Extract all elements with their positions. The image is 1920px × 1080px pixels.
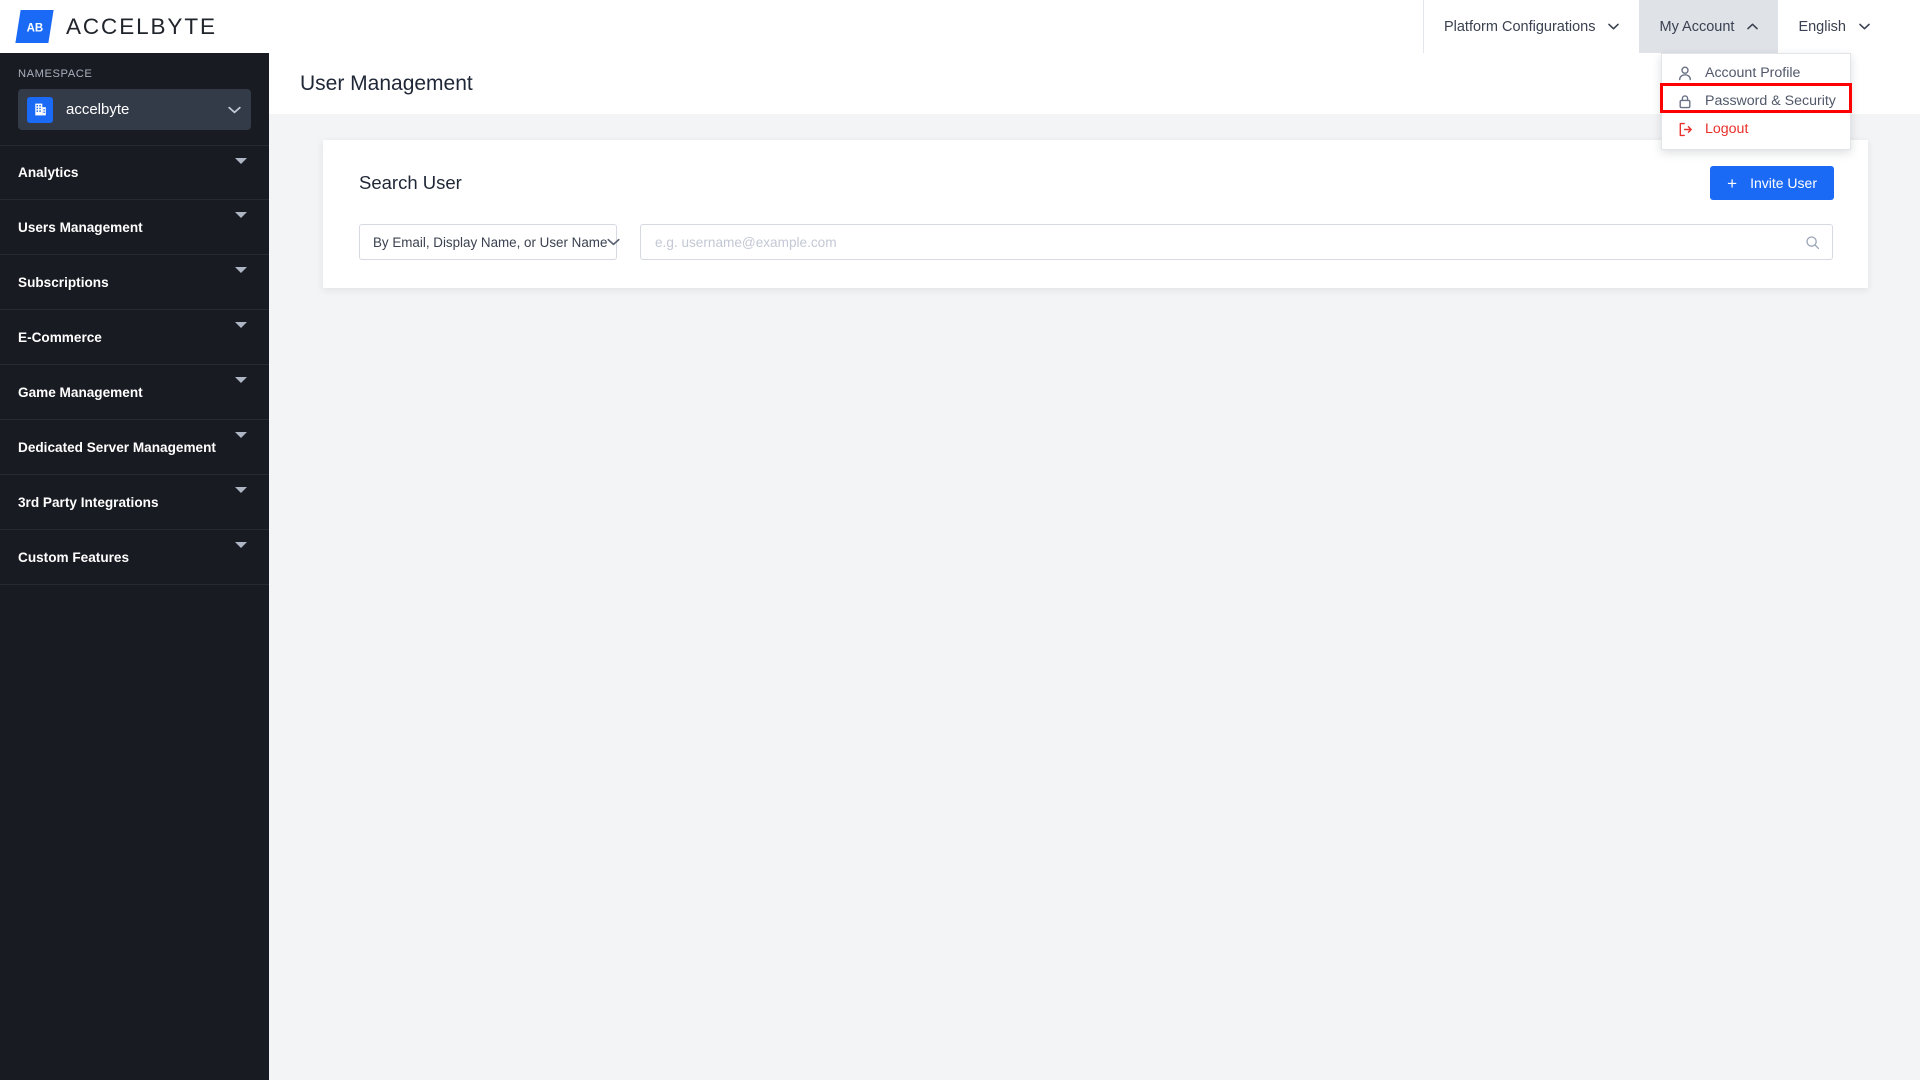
logout-icon bbox=[1677, 122, 1693, 137]
topnav-label: My Account bbox=[1659, 18, 1735, 35]
top-navigation: Platform Configurations My Account Engli… bbox=[1422, 0, 1920, 53]
topnav-label: English bbox=[1798, 18, 1846, 35]
sidebar-item-label: Custom Features bbox=[18, 549, 130, 565]
menu-item-logout[interactable]: Logout bbox=[1662, 115, 1850, 143]
sidebar-item-label: E-Commerce bbox=[18, 329, 102, 345]
menu-item-label: Logout bbox=[1705, 121, 1749, 137]
topnav-spacer bbox=[1890, 0, 1920, 53]
menu-item-label: Account Profile bbox=[1705, 65, 1801, 81]
plus-icon: + bbox=[1727, 173, 1738, 193]
topnav-item-platform-configurations[interactable]: Platform Configurations bbox=[1422, 0, 1640, 53]
menu-item-account-profile[interactable]: Account Profile bbox=[1662, 59, 1850, 87]
sidebar-item-dedicated-server-management[interactable]: Dedicated Server Management bbox=[0, 420, 269, 475]
sidebar-item-label: Dedicated Server Management bbox=[18, 439, 216, 455]
sidebar-item-custom-features[interactable]: Custom Features bbox=[0, 530, 269, 585]
caret-down-icon bbox=[235, 322, 247, 346]
sidebar-item-game-management[interactable]: Game Management bbox=[0, 365, 269, 420]
sidebar-item-subscriptions[interactable]: Subscriptions bbox=[0, 255, 269, 310]
caret-down-icon bbox=[235, 542, 247, 566]
search-filter-value: By Email, Display Name, or User Name bbox=[373, 234, 608, 250]
chevron-down-icon bbox=[607, 238, 621, 246]
sidebar-item-label: 3rd Party Integrations bbox=[18, 494, 159, 510]
lock-icon bbox=[1677, 94, 1693, 109]
sidebar-item-e-commerce[interactable]: E-Commerce bbox=[0, 310, 269, 365]
chevron-down-icon bbox=[228, 106, 241, 114]
brand-name: ACCELBYTE bbox=[66, 13, 217, 39]
search-filter-select[interactable]: By Email, Display Name, or User Name bbox=[359, 224, 621, 260]
sidebar-item-users-management[interactable]: Users Management bbox=[0, 200, 269, 255]
sidebar-item-label: Subscriptions bbox=[18, 274, 109, 290]
namespace-value: accelbyte bbox=[66, 101, 130, 118]
chevron-down-icon bbox=[1859, 23, 1870, 30]
menu-item-label: Password & Security bbox=[1705, 93, 1836, 109]
caret-down-icon bbox=[235, 157, 247, 182]
svg-text:AB: AB bbox=[26, 22, 43, 34]
namespace-label: NAMESPACE bbox=[18, 68, 93, 80]
card-header: Search User + Invite User bbox=[323, 140, 1868, 200]
sidebar: NAMESPACE accelbyte Analytics Users Mana… bbox=[0, 53, 269, 1080]
sidebar-item-label: Users Management bbox=[18, 219, 143, 235]
caret-down-icon bbox=[235, 487, 247, 511]
caret-down-icon bbox=[235, 377, 247, 401]
sidebar-nav-list: Analytics Users Management Subscriptions… bbox=[0, 145, 269, 585]
top-bar: AB ACCELBYTE Platform Configurations My … bbox=[0, 0, 1920, 53]
search-input-wrapper bbox=[640, 224, 1833, 260]
caret-down-icon bbox=[235, 432, 247, 456]
sidebar-item-label: Analytics bbox=[18, 165, 79, 180]
caret-down-icon bbox=[235, 267, 247, 291]
invite-user-button[interactable]: + Invite User bbox=[1710, 166, 1834, 200]
topnav-item-my-account[interactable]: My Account bbox=[1639, 0, 1779, 53]
sidebar-item-analytics[interactable]: Analytics bbox=[0, 145, 269, 200]
page-title: User Management bbox=[300, 71, 473, 95]
card-title: Search User bbox=[359, 172, 462, 193]
search-input[interactable] bbox=[655, 234, 1805, 250]
building-icon bbox=[27, 96, 53, 123]
namespace-selector[interactable]: accelbyte bbox=[18, 89, 251, 130]
topnav-label: Platform Configurations bbox=[1443, 18, 1596, 35]
invite-user-label: Invite User bbox=[1750, 175, 1817, 191]
accelbyte-logo-icon: AB bbox=[15, 10, 54, 43]
chevron-up-icon bbox=[1747, 23, 1759, 30]
topnav-item-language[interactable]: English bbox=[1778, 0, 1890, 53]
account-dropdown-menu: Account Profile Password & Security Logo… bbox=[1661, 53, 1851, 150]
main-content: User Management Search User + Invite Use… bbox=[269, 53, 1920, 1080]
search-icon[interactable] bbox=[1805, 235, 1820, 250]
search-user-card: Search User + Invite User By Email, Disp… bbox=[323, 140, 1868, 288]
search-form-row: By Email, Display Name, or User Name bbox=[323, 200, 1868, 260]
caret-down-icon bbox=[235, 212, 247, 236]
sidebar-item-3rd-party-integrations[interactable]: 3rd Party Integrations bbox=[0, 475, 269, 530]
menu-item-password-and-security[interactable]: Password & Security bbox=[1662, 87, 1850, 115]
brand-logo[interactable]: AB ACCELBYTE bbox=[0, 0, 269, 53]
sidebar-item-label: Game Management bbox=[18, 384, 143, 400]
user-icon bbox=[1677, 65, 1693, 81]
chevron-down-icon bbox=[1608, 23, 1620, 30]
